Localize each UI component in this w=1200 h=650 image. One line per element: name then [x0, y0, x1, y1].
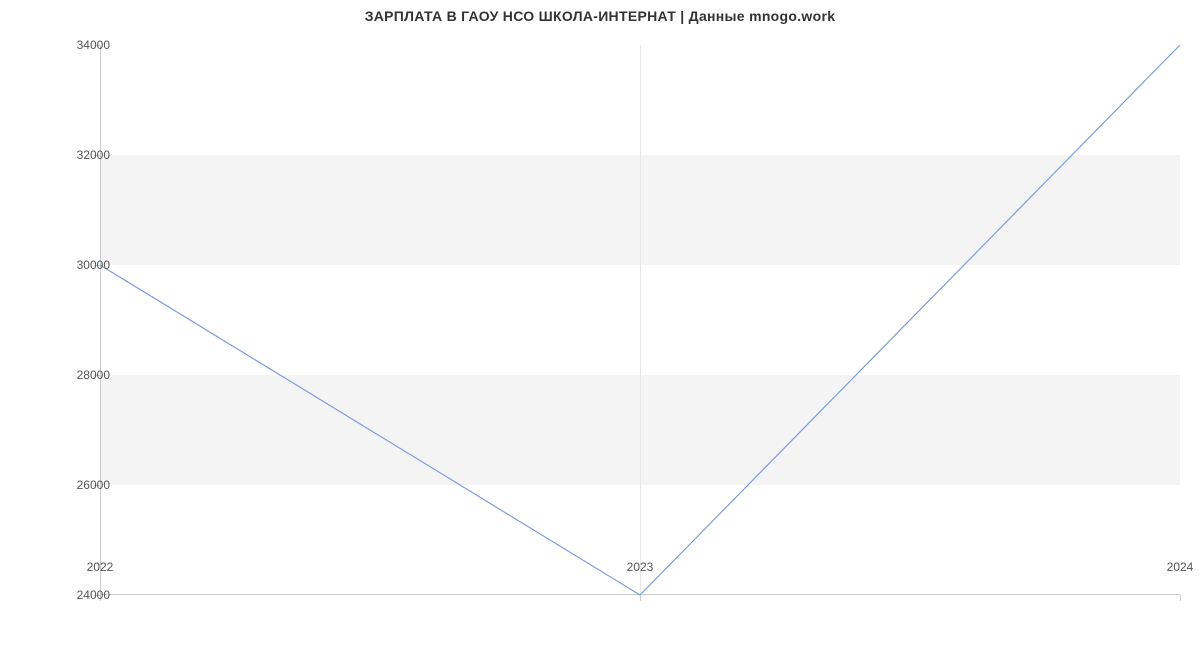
x-tick-label: 2023	[627, 560, 654, 574]
chart-container: ЗАРПЛАТА В ГАОУ НСО ШКОЛА-ИНТЕРНАТ | Дан…	[0, 0, 1200, 650]
x-tick	[640, 595, 641, 601]
x-tick	[1180, 595, 1181, 601]
y-tick-label: 26000	[30, 478, 110, 492]
y-tick-label: 30000	[30, 258, 110, 272]
y-tick-label: 34000	[30, 38, 110, 52]
y-tick-label: 24000	[30, 588, 110, 602]
x-tick-label: 2022	[87, 560, 114, 574]
x-tick-label: 2024	[1167, 560, 1194, 574]
y-tick-label: 32000	[30, 148, 110, 162]
line-svg	[100, 45, 1180, 595]
y-tick-label: 28000	[30, 368, 110, 382]
series-line	[100, 45, 1180, 595]
plot-area	[100, 45, 1180, 595]
chart-title: ЗАРПЛАТА В ГАОУ НСО ШКОЛА-ИНТЕРНАТ | Дан…	[0, 8, 1200, 24]
